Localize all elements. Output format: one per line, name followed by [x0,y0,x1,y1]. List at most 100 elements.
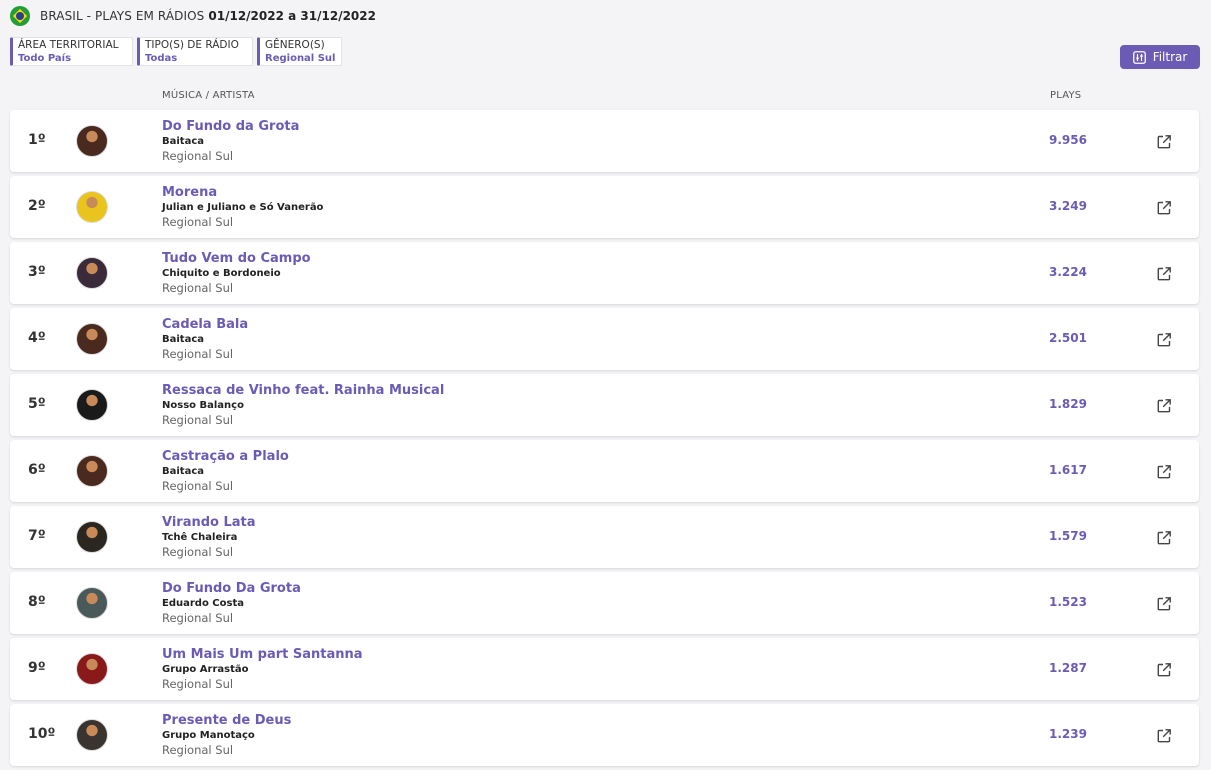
plays-count: 3.249 [1049,199,1087,213]
rank-number: 7º [28,528,46,544]
rank-number: 6º [28,462,46,478]
filter-chip-territorial-area[interactable]: ÁREA TERRITORIAL Todo País [10,37,133,66]
artist-avatar [76,125,108,157]
song-title-link[interactable]: Um Mais Um part Santanna [162,647,363,662]
filter-chip-label: ÁREA TERRITORIAL [18,39,119,51]
song-title-link[interactable]: Ressaca de Vinho feat. Rainha Musical [162,383,444,398]
filter-chip-value: Regional Sul [265,53,336,64]
artist-name: Grupo Manotaço [162,730,255,741]
song-title-link[interactable]: Tudo Vem do Campo [162,251,311,266]
plays-count: 1.579 [1049,529,1087,543]
filter-chip-label: GÊNERO(S) [265,39,325,51]
genre-label: Regional Sul [162,347,234,361]
column-header-plays: PLAYS [1050,90,1082,101]
song-title-link[interactable]: Do Fundo da Grota [162,119,299,134]
ranking-row: 1º Do Fundo da Grota Baitaca Regional Su… [10,110,1199,172]
artist-avatar [76,719,108,751]
artist-name: Baitaca [162,466,205,477]
ranking-list: 1º Do Fundo da Grota Baitaca Regional Su… [10,110,1199,770]
external-link-icon[interactable] [1156,530,1172,546]
date-range: 01/12/2022 a 31/12/2022 [208,9,376,23]
column-header-music-artist: MÚSICA / ARTISTA [162,90,255,101]
artist-avatar [76,257,108,289]
plays-count: 1.523 [1049,595,1087,609]
artist-avatar [76,323,108,355]
ranking-row: 6º Castração a Plalo Baitaca Regional Su… [10,440,1199,502]
brazil-flag-icon [10,6,30,26]
rank-number: 8º [28,594,46,610]
external-link-icon[interactable] [1156,266,1172,282]
filter-chip-genre[interactable]: GÊNERO(S) Regional Sul [257,37,342,66]
external-link-icon[interactable] [1156,332,1172,348]
ranking-row: 2º Morena Julian e Juliano e Só Vanerão … [10,176,1199,238]
song-title-link[interactable]: Castração a Plalo [162,449,289,464]
plays-count: 3.224 [1049,265,1087,279]
genre-label: Regional Sul [162,413,234,427]
artist-name: Eduardo Costa [162,598,244,609]
genre-label: Regional Sul [162,281,234,295]
genre-label: Regional Sul [162,611,234,625]
rank-number: 1º [28,132,46,148]
filter-chip-value: Todas [145,53,178,64]
artist-avatar [76,521,108,553]
artist-avatar [76,587,108,619]
song-title-link[interactable]: Cadela Bala [162,317,248,332]
plays-count: 1.239 [1049,727,1087,741]
rank-number: 3º [28,264,46,280]
artist-name: Chiquito e Bordoneio [162,268,281,279]
song-title-link[interactable]: Do Fundo Da Grota [162,581,301,596]
filter-chip-radio-type[interactable]: TIPO(S) DE RÁDIO Todas [137,37,253,66]
artist-name: Tchê Chaleira [162,532,238,543]
plays-count: 1.617 [1049,463,1087,477]
filter-chip-value: Todo País [18,53,72,64]
external-link-icon[interactable] [1156,728,1172,744]
genre-label: Regional Sul [162,215,234,229]
rank-number: 5º [28,396,46,412]
ranking-row: 4º Cadela Bala Baitaca Regional Sul 2.50… [10,308,1199,370]
genre-label: Regional Sul [162,743,234,757]
artist-name: Nosso Balanço [162,400,244,411]
external-link-icon[interactable] [1156,464,1172,480]
external-link-icon[interactable] [1156,134,1172,150]
filter-button[interactable]: Filtrar [1120,45,1200,69]
external-link-icon[interactable] [1156,662,1172,678]
filter-button-label: Filtrar [1152,50,1188,64]
plays-count: 9.956 [1049,133,1087,147]
artist-avatar [76,653,108,685]
genre-label: Regional Sul [162,545,234,559]
artist-name: Baitaca [162,334,205,345]
artist-avatar [76,389,108,421]
rank-number: 10º [28,726,56,742]
genre-label: Regional Sul [162,677,234,691]
artist-avatar [76,455,108,487]
external-link-icon[interactable] [1156,596,1172,612]
plays-count: 1.287 [1049,661,1087,675]
ranking-row: 9º Um Mais Um part Santanna Grupo Arrast… [10,638,1199,700]
ranking-row: 3º Tudo Vem do Campo Chiquito e Bordonei… [10,242,1199,304]
genre-label: Regional Sul [162,479,234,493]
genre-label: Regional Sul [162,149,234,163]
artist-name: Baitaca [162,136,205,147]
ranking-row: 10º Presente de Deus Grupo Manotaço Regi… [10,704,1199,766]
rank-number: 2º [28,198,46,214]
song-title-link[interactable]: Virando Lata [162,515,256,530]
ranking-row: 5º Ressaca de Vinho feat. Rainha Musical… [10,374,1199,436]
filter-chip-label: TIPO(S) DE RÁDIO [145,39,239,51]
ranking-row: 7º Virando Lata Tchê Chaleira Regional S… [10,506,1199,568]
rank-number: 4º [28,330,46,346]
artist-name: Julian e Juliano e Só Vanerão [162,202,324,213]
artist-name: Grupo Arrastão [162,664,249,675]
plays-count: 1.829 [1049,397,1087,411]
plays-count: 2.501 [1049,331,1087,345]
artist-avatar [76,191,108,223]
external-link-icon[interactable] [1156,398,1172,414]
song-title-link[interactable]: Morena [162,185,217,200]
ranking-row: 8º Do Fundo Da Grota Eduardo Costa Regio… [10,572,1199,634]
filter-chips: ÁREA TERRITORIAL Todo País TIPO(S) DE RÁ… [10,37,342,66]
page-header: BRASIL - PLAYS EM RÁDIOS 01/12/2022 a 31… [10,6,376,26]
song-title-link[interactable]: Presente de Deus [162,713,291,728]
page-title: BRASIL - PLAYS EM RÁDIOS [40,9,205,23]
external-link-icon[interactable] [1156,200,1172,216]
rank-number: 9º [28,660,46,676]
sliders-icon [1132,50,1146,64]
